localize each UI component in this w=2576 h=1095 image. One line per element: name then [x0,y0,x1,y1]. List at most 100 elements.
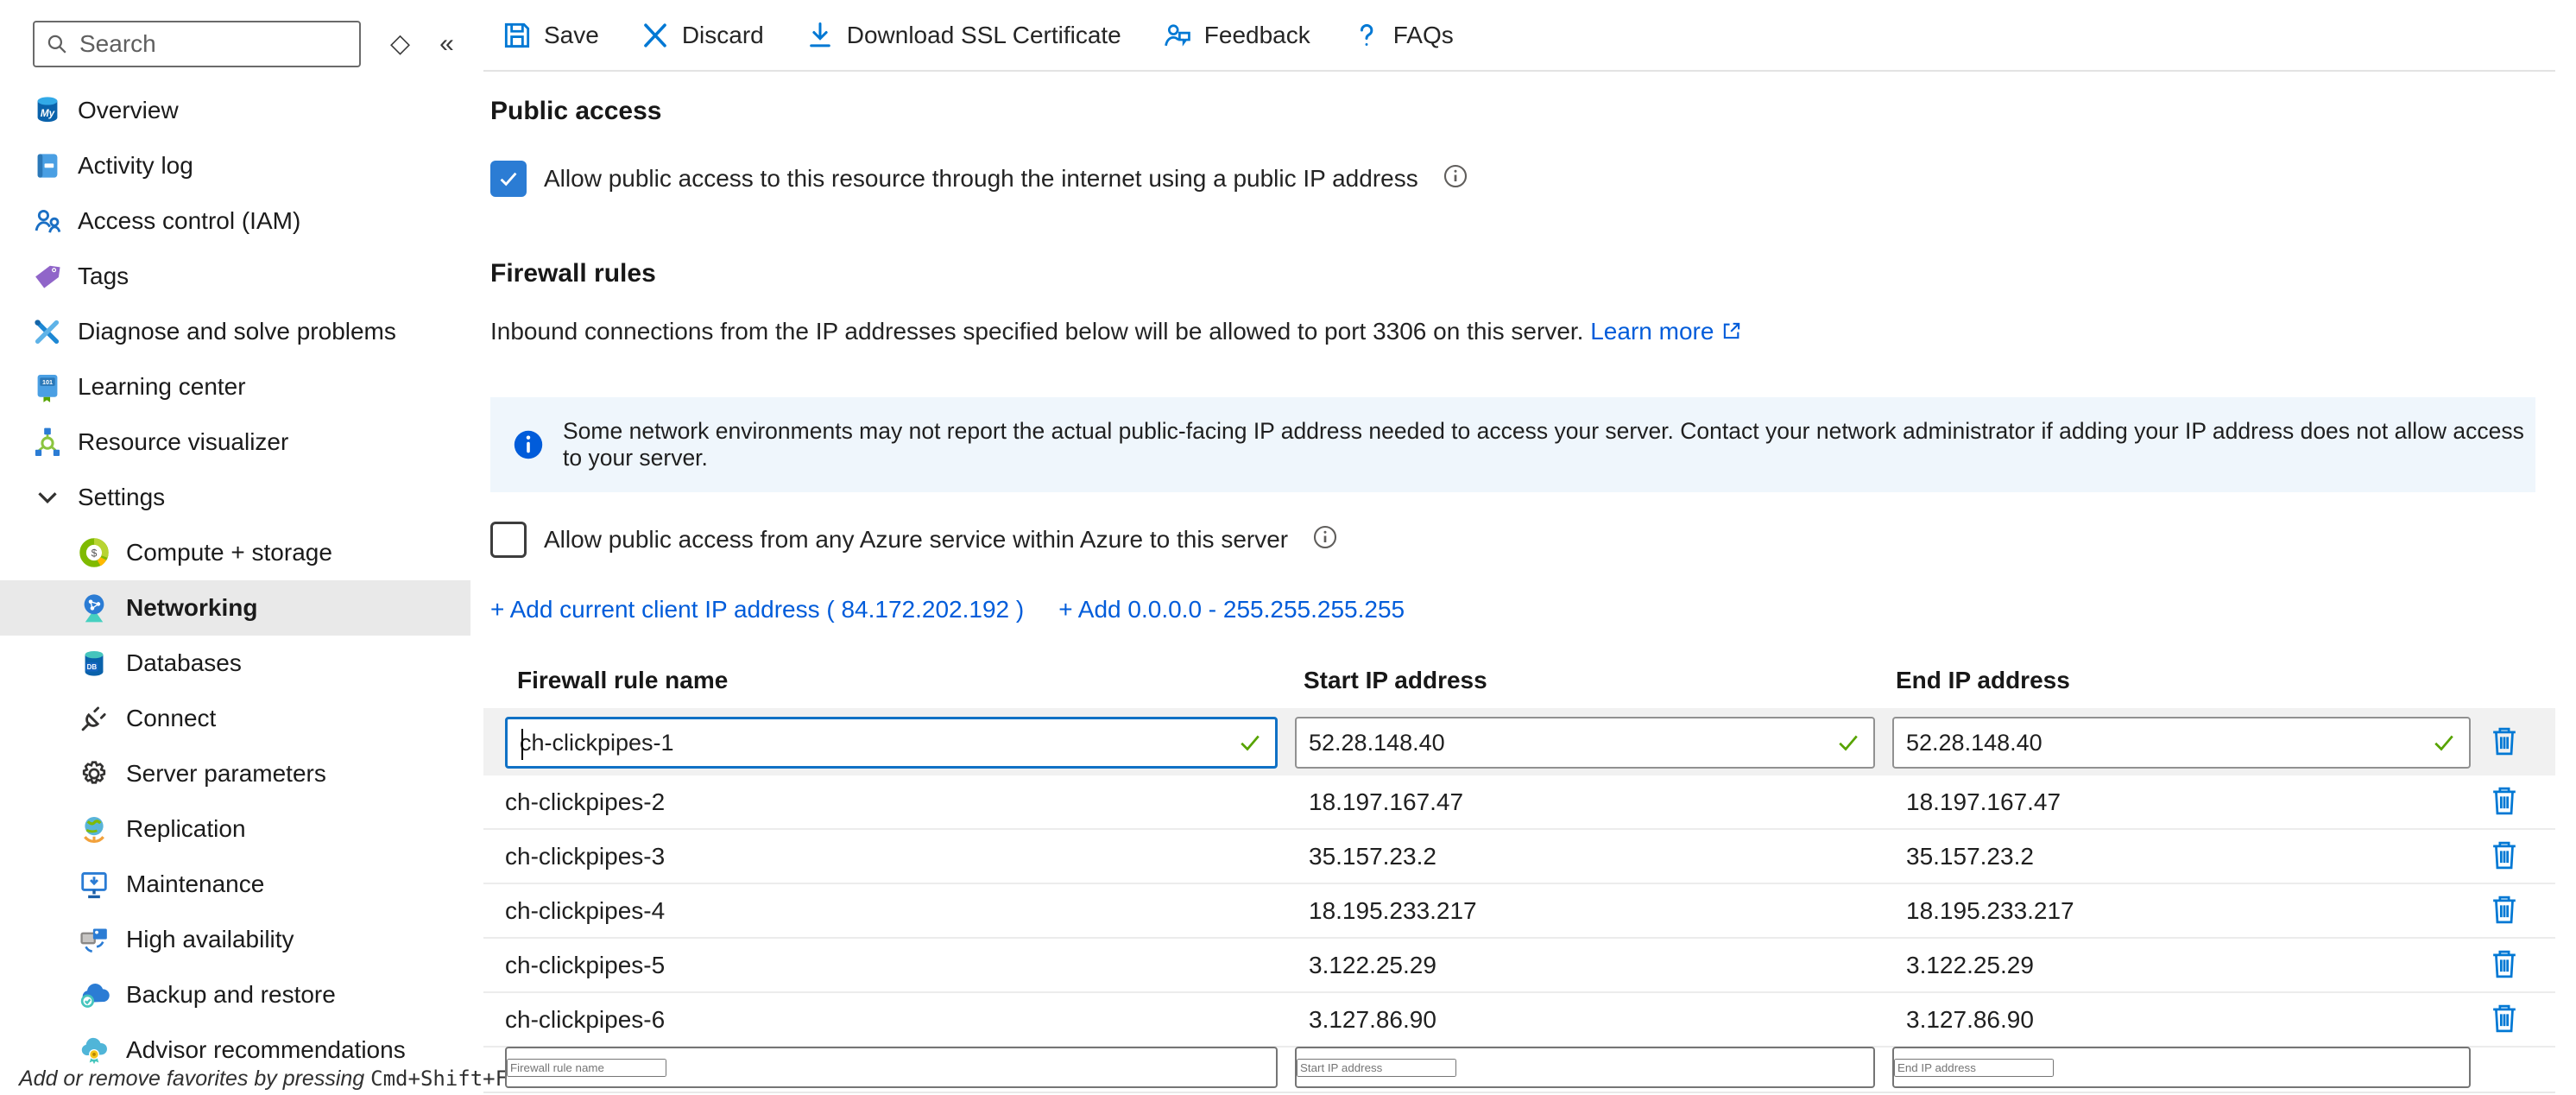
mysql-server-icon: My [29,92,66,129]
rule-name-input[interactable] [508,730,1237,756]
sidebar-item-server-parameters[interactable]: Server parameters [0,746,470,801]
table-bottom-divider [483,1092,2555,1093]
replication-globe-icon [76,811,112,847]
valid-check-icon [2431,730,2457,756]
table-row: ch-clickpipes-4 18.195.233.217 18.195.23… [483,884,2555,939]
delete-rule-button[interactable] [2484,836,2524,876]
tag-icon [29,258,66,294]
delete-rule-button[interactable] [2484,722,2524,762]
start-ip-input-wrap [1295,717,1875,769]
search-box[interactable] [33,21,361,67]
search-input[interactable] [78,29,349,59]
add-current-client-ip-link[interactable]: + Add current client IP address ( 84.172… [490,596,1024,623]
azure-services-checkbox-row: Allow public access from any Azure servi… [490,522,1338,558]
command-bar: Save Discard Download SSL Certificate Fe… [483,0,2555,72]
new-rule-name-wrap [505,1047,1278,1088]
sidebar-search-row: ◇ « [33,21,454,67]
start-ip-input[interactable] [1297,730,1835,756]
advisor-recommendations-icon [76,1032,112,1068]
gear-icon [76,756,112,792]
start-ip-cell: 3.127.86.90 [1309,1006,1436,1034]
new-rule-start-ip-input[interactable] [1297,1059,1456,1077]
firewall-rules-table: Firewall rule name Start IP address End … [483,661,2555,1095]
text-cursor [521,729,523,760]
rule-name-cell: ch-clickpipes-4 [505,897,665,925]
sidebar-item-tags[interactable]: Tags [0,249,470,304]
sidebar-item-compute-storage[interactable]: $ Compute + storage [0,525,470,580]
checkbox-check-icon [496,167,521,191]
faqs-button[interactable]: FAQs [1350,19,1454,52]
save-icon [501,19,534,52]
svg-text:101: 101 [42,378,53,386]
feedback-icon [1161,19,1194,52]
delete-rule-button[interactable] [2484,999,2524,1039]
sidebar-item-access-control[interactable]: Access control (IAM) [0,193,470,249]
end-ip-cell: 18.197.167.47 [1906,788,2061,816]
sidebar-nav: My Overview Activity log Access control … [0,83,470,1078]
valid-check-icon [1237,730,1263,756]
question-mark-icon [1350,19,1383,52]
sidebar: ◇ « My Overview Activity log Access [0,0,470,1095]
info-icon[interactable] [1312,524,1338,556]
rule-name-cell: ch-clickpipes-3 [505,843,665,870]
trash-icon [2485,722,2523,760]
sidebar-item-activity-log[interactable]: Activity log [0,138,470,193]
azure-services-checkbox[interactable] [490,522,527,558]
end-ip-input[interactable] [1894,730,2431,756]
sidebar-item-diagnose[interactable]: Diagnose and solve problems [0,304,470,359]
new-rule-name-input[interactable] [507,1059,666,1077]
end-ip-input-wrap [1892,717,2471,769]
new-rule-end-ip-input[interactable] [1894,1059,2054,1077]
backup-restore-cloud-icon [76,977,112,1013]
refresh-menu-icon[interactable]: ◇ [390,31,410,57]
sidebar-item-maintenance[interactable]: Maintenance [0,857,470,912]
start-ip-cell: 18.197.167.47 [1309,788,1463,816]
sidebar-item-networking[interactable]: Networking [0,580,470,636]
info-icon[interactable] [1443,163,1468,195]
networking-icon [76,590,112,626]
sidebar-item-databases[interactable]: DB Databases [0,636,470,691]
trash-icon [2485,890,2523,928]
high-availability-icon [76,921,112,958]
delete-rule-button[interactable] [2484,890,2524,930]
column-header-end-ip: End IP address [1896,667,2070,694]
collapse-sidebar-icon[interactable]: « [439,31,454,57]
connect-plug-icon [76,700,112,737]
delete-rule-button[interactable] [2484,782,2524,821]
sidebar-item-high-availability[interactable]: High availability [0,912,470,967]
chevron-down-icon [29,479,66,516]
new-rule-end-ip-wrap [1892,1047,2471,1088]
discard-button[interactable]: Discard [639,19,764,52]
search-icon [45,32,69,56]
sidebar-item-resource-visualizer[interactable]: Resource visualizer [0,415,470,470]
table-row: ch-clickpipes-6 3.127.86.90 3.127.86.90 [483,993,2555,1048]
sidebar-group-settings[interactable]: Settings [0,470,470,525]
feedback-button[interactable]: Feedback [1161,19,1310,52]
azure-services-checkbox-label: Allow public access from any Azure servi… [544,526,1288,554]
start-ip-cell: 3.122.25.29 [1309,952,1436,979]
delete-rule-button[interactable] [2484,945,2524,984]
public-access-heading: Public access [490,97,661,126]
sidebar-item-overview[interactable]: My Overview [0,83,470,138]
sidebar-item-connect[interactable]: Connect [0,691,470,746]
activity-log-icon [29,148,66,184]
rule-name-cell: ch-clickpipes-2 [505,788,665,816]
save-button[interactable]: Save [501,19,599,52]
sidebar-item-backup-restore[interactable]: Backup and restore [0,967,470,1022]
table-row: ch-clickpipes-2 18.197.167.47 18.197.167… [483,775,2555,830]
public-access-checkbox[interactable] [490,161,527,197]
firewall-rule-rows: ch-clickpipes-2 18.197.167.47 18.197.167… [483,775,2555,1048]
compute-storage-icon: $ [76,535,112,571]
trash-icon [2485,782,2523,820]
sidebar-item-learning-center[interactable]: 101 Learning center [0,359,470,415]
info-banner: Some network environments may not report… [490,397,2535,492]
info-banner-text: Some network environments may not report… [563,418,2535,472]
learn-more-link[interactable]: Learn more [1590,318,1743,345]
add-all-ip-range-link[interactable]: + Add 0.0.0.0 - 255.255.255.255 [1058,596,1405,623]
download-ssl-certificate-button[interactable]: Download SSL Certificate [804,19,1121,52]
firewall-rules-description: Inbound connections from the IP addresse… [490,318,1743,348]
resource-visualizer-icon [29,424,66,460]
end-ip-cell: 18.195.233.217 [1906,897,2074,925]
sidebar-item-replication[interactable]: Replication [0,801,470,857]
favorites-hint: Add or remove favorites by pressing Cmd+… [19,1067,508,1092]
